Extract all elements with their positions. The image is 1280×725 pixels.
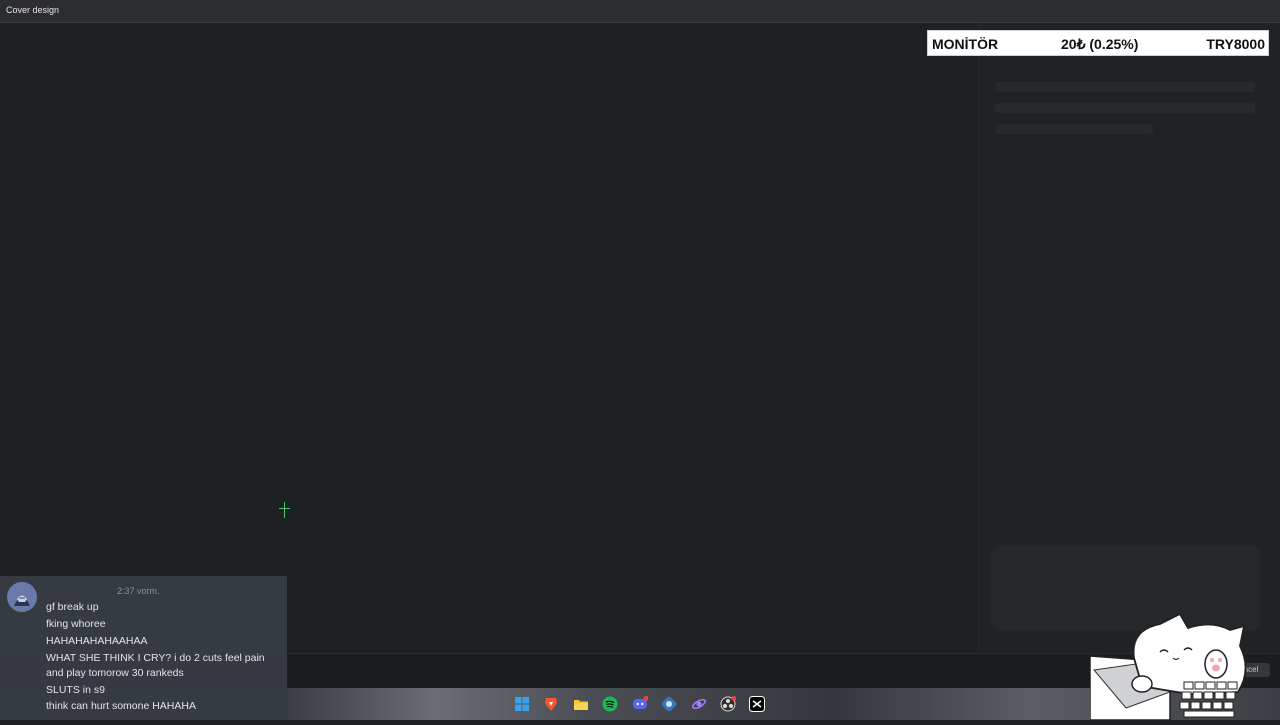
chat-message: fking whoree [46,618,106,630]
obs-icon[interactable] [720,696,737,712]
title-bar: Cover design [0,0,1280,23]
chat-timestamp: 2:37 vorm. [117,586,160,596]
loading-placeholder [995,82,1255,92]
chat-message: SLUTS in s9 [46,684,105,696]
chat-message: gf break up [46,601,99,613]
loading-placeholder [995,103,1255,113]
spotify-icon[interactable] [602,696,618,712]
brave-icon[interactable] [543,696,559,712]
windows-start-icon[interactable] [514,696,530,712]
chat-message: WHAT SHE THINK I CRY? i do 2 cuts feel p… [46,652,265,664]
monitor-change: 20₺ (0.25%) [1061,36,1139,52]
chat-overlay [0,576,287,720]
monitor-price: TRY8000 [1206,36,1265,52]
file-explorer-icon[interactable] [573,696,589,712]
loading-placeholder [995,124,1153,134]
app-purple-icon[interactable] [691,696,707,712]
avatar [7,582,37,612]
cat-mascot-overlay [1089,612,1250,721]
app-icon[interactable] [661,696,677,712]
capcut-icon[interactable] [749,696,765,712]
chat-message: HAHAHAHAHAAHAA [46,635,148,647]
discord-icon[interactable] [632,696,649,712]
monitor-label: MONİTÖR [932,36,999,52]
window-title: Cover design [6,5,60,15]
chat-message: think can hurt somone HAHAHA [46,700,196,712]
chat-message: and play tomorow 30 rankeds [46,667,184,679]
price-monitor-overlay: MONİTÖR 20₺ (0.25%) TRY8000 [927,30,1269,56]
crosshair-cursor-icon [278,502,292,518]
